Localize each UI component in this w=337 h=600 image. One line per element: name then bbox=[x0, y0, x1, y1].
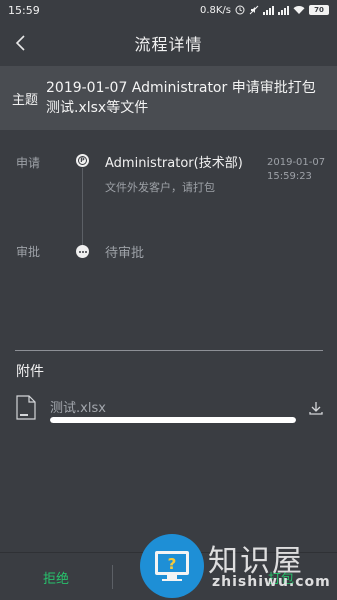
chevron-left-icon bbox=[15, 35, 25, 51]
workflow-timeline: 申请 P Administrator(技术部) 文件外发客户，请打包 2019-… bbox=[0, 150, 337, 280]
reject-button[interactable]: 拒绝 bbox=[20, 562, 92, 592]
timeline-connector bbox=[82, 168, 83, 246]
battery-icon: 70 bbox=[309, 5, 329, 15]
apply-date: 2019-01-07 bbox=[267, 157, 326, 168]
download-progress-fill bbox=[50, 417, 296, 423]
apply-time: 15:59:23 bbox=[267, 171, 312, 182]
status-time: 15:59 bbox=[8, 3, 40, 17]
signal-icon bbox=[278, 5, 289, 15]
file-icon bbox=[16, 395, 36, 420]
section-divider bbox=[15, 350, 323, 351]
wifi-icon bbox=[293, 6, 305, 14]
no-sound-icon bbox=[249, 5, 259, 15]
signal-icon bbox=[263, 5, 274, 15]
nav-bar: 流程详情 bbox=[0, 24, 337, 62]
button-separator bbox=[112, 565, 113, 589]
applicant-name: Administrator(技术部) bbox=[105, 156, 243, 171]
watermark-monitor-icon: ? bbox=[155, 551, 189, 581]
status-icons: 0.8K/s 70 bbox=[200, 5, 329, 16]
download-icon[interactable] bbox=[308, 400, 324, 416]
apply-note: 文件外发客户，请打包 bbox=[105, 181, 215, 194]
clock-icon bbox=[235, 5, 245, 15]
download-progress-bar bbox=[50, 417, 296, 423]
watermark-url: zhishiwu.com bbox=[212, 574, 331, 590]
applicant-node-icon: P bbox=[76, 154, 89, 167]
attachments-title: 附件 bbox=[16, 364, 44, 380]
approve-step-label: 审批 bbox=[16, 245, 41, 259]
network-speed: 0.8K/s bbox=[199, 4, 231, 16]
attachment-file-name[interactable]: 测试.xlsx bbox=[50, 397, 106, 416]
topic-section: 主题 2019-01-07 Administrator 申请审批打包测试.xls… bbox=[0, 66, 337, 130]
topic-label: 主题 bbox=[12, 92, 39, 108]
topic-text: 2019-01-07 Administrator 申请审批打包测试.xlsx等文… bbox=[46, 80, 316, 116]
status-bar: 15:59 0.8K/s 70 bbox=[0, 0, 337, 20]
apply-timestamp: 2019-01-07 15:59:23 bbox=[267, 156, 325, 184]
apply-step-label: 申请 bbox=[16, 156, 41, 170]
monitor-question-icon: ? bbox=[140, 534, 204, 598]
svg-text:?: ? bbox=[168, 555, 177, 573]
approve-status: 待审批 bbox=[105, 246, 145, 261]
page-title: 流程详情 bbox=[134, 35, 203, 54]
back-button[interactable] bbox=[8, 30, 34, 56]
pending-node-icon bbox=[76, 245, 89, 258]
